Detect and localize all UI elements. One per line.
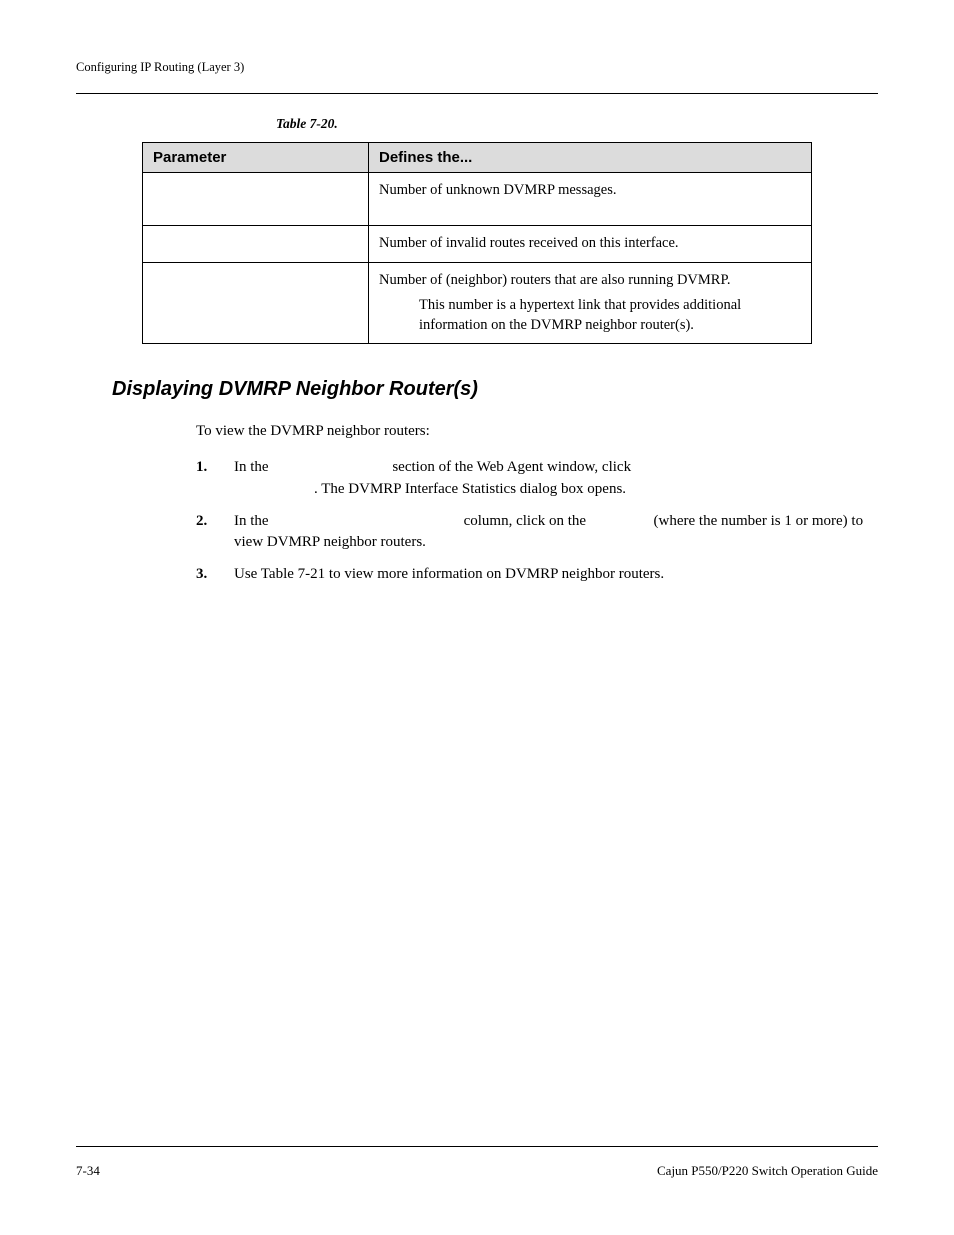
cell-param xyxy=(143,173,369,226)
table-row: Number of invalid routes received on thi… xyxy=(143,226,812,263)
step-3: Use Table 7-21 to view more information … xyxy=(196,564,868,586)
procedure-list: In the section of the Web Agent window, … xyxy=(196,457,868,586)
running-header: Configuring IP Routing (Layer 3) xyxy=(76,60,878,94)
section-body: To view the DVMRP neighbor routers: In t… xyxy=(196,421,868,586)
table-row: Number of unknown DVMRP messages. xyxy=(143,173,812,226)
cell-def: Number of unknown DVMRP messages. xyxy=(369,173,812,226)
cell-def: Number of invalid routes received on thi… xyxy=(369,226,812,263)
cell-def-note: This number is a hypertext link that pro… xyxy=(379,296,801,335)
step-1-part-c: . The DVMRP Interface Statistics dialog … xyxy=(234,479,868,501)
footer-guide-title: Cajun P550/P220 Switch Operation Guide xyxy=(657,1163,878,1179)
cell-param xyxy=(143,262,369,344)
cell-def-main: Number of (neighbor) routers that are al… xyxy=(379,271,801,291)
running-header-text: Configuring IP Routing (Layer 3) xyxy=(76,60,244,74)
step-1-part-b: section of the Web Agent window, click xyxy=(392,459,631,475)
step-2-part-b: column, click on the xyxy=(464,513,586,529)
step-2: In the column, click on the (where the n… xyxy=(196,511,868,555)
footer-page-number: 7-34 xyxy=(76,1163,100,1179)
section-heading: Displaying DVMRP Neighbor Router(s) xyxy=(112,378,878,401)
table-row: Number of (neighbor) routers that are al… xyxy=(143,262,812,344)
parameter-table: Parameter Defines the... Number of unkno… xyxy=(142,142,812,344)
step-3-text: Use Table 7-21 to view more information … xyxy=(234,566,664,582)
section-lead: To view the DVMRP neighbor routers: xyxy=(196,421,868,443)
step-1-part-a: In the xyxy=(234,459,269,475)
table-caption: Table 7-20. xyxy=(276,116,878,132)
col-header-parameter: Parameter xyxy=(143,143,369,173)
cell-param xyxy=(143,226,369,263)
page: Configuring IP Routing (Layer 3) Table 7… xyxy=(0,0,954,1235)
table-header-row: Parameter Defines the... xyxy=(143,143,812,173)
col-header-defines: Defines the... xyxy=(369,143,812,173)
step-2-part-a: In the xyxy=(234,513,269,529)
step-1: In the section of the Web Agent window, … xyxy=(196,457,868,501)
page-footer: 7-34 Cajun P550/P220 Switch Operation Gu… xyxy=(76,1146,878,1179)
cell-def: Number of (neighbor) routers that are al… xyxy=(369,262,812,344)
